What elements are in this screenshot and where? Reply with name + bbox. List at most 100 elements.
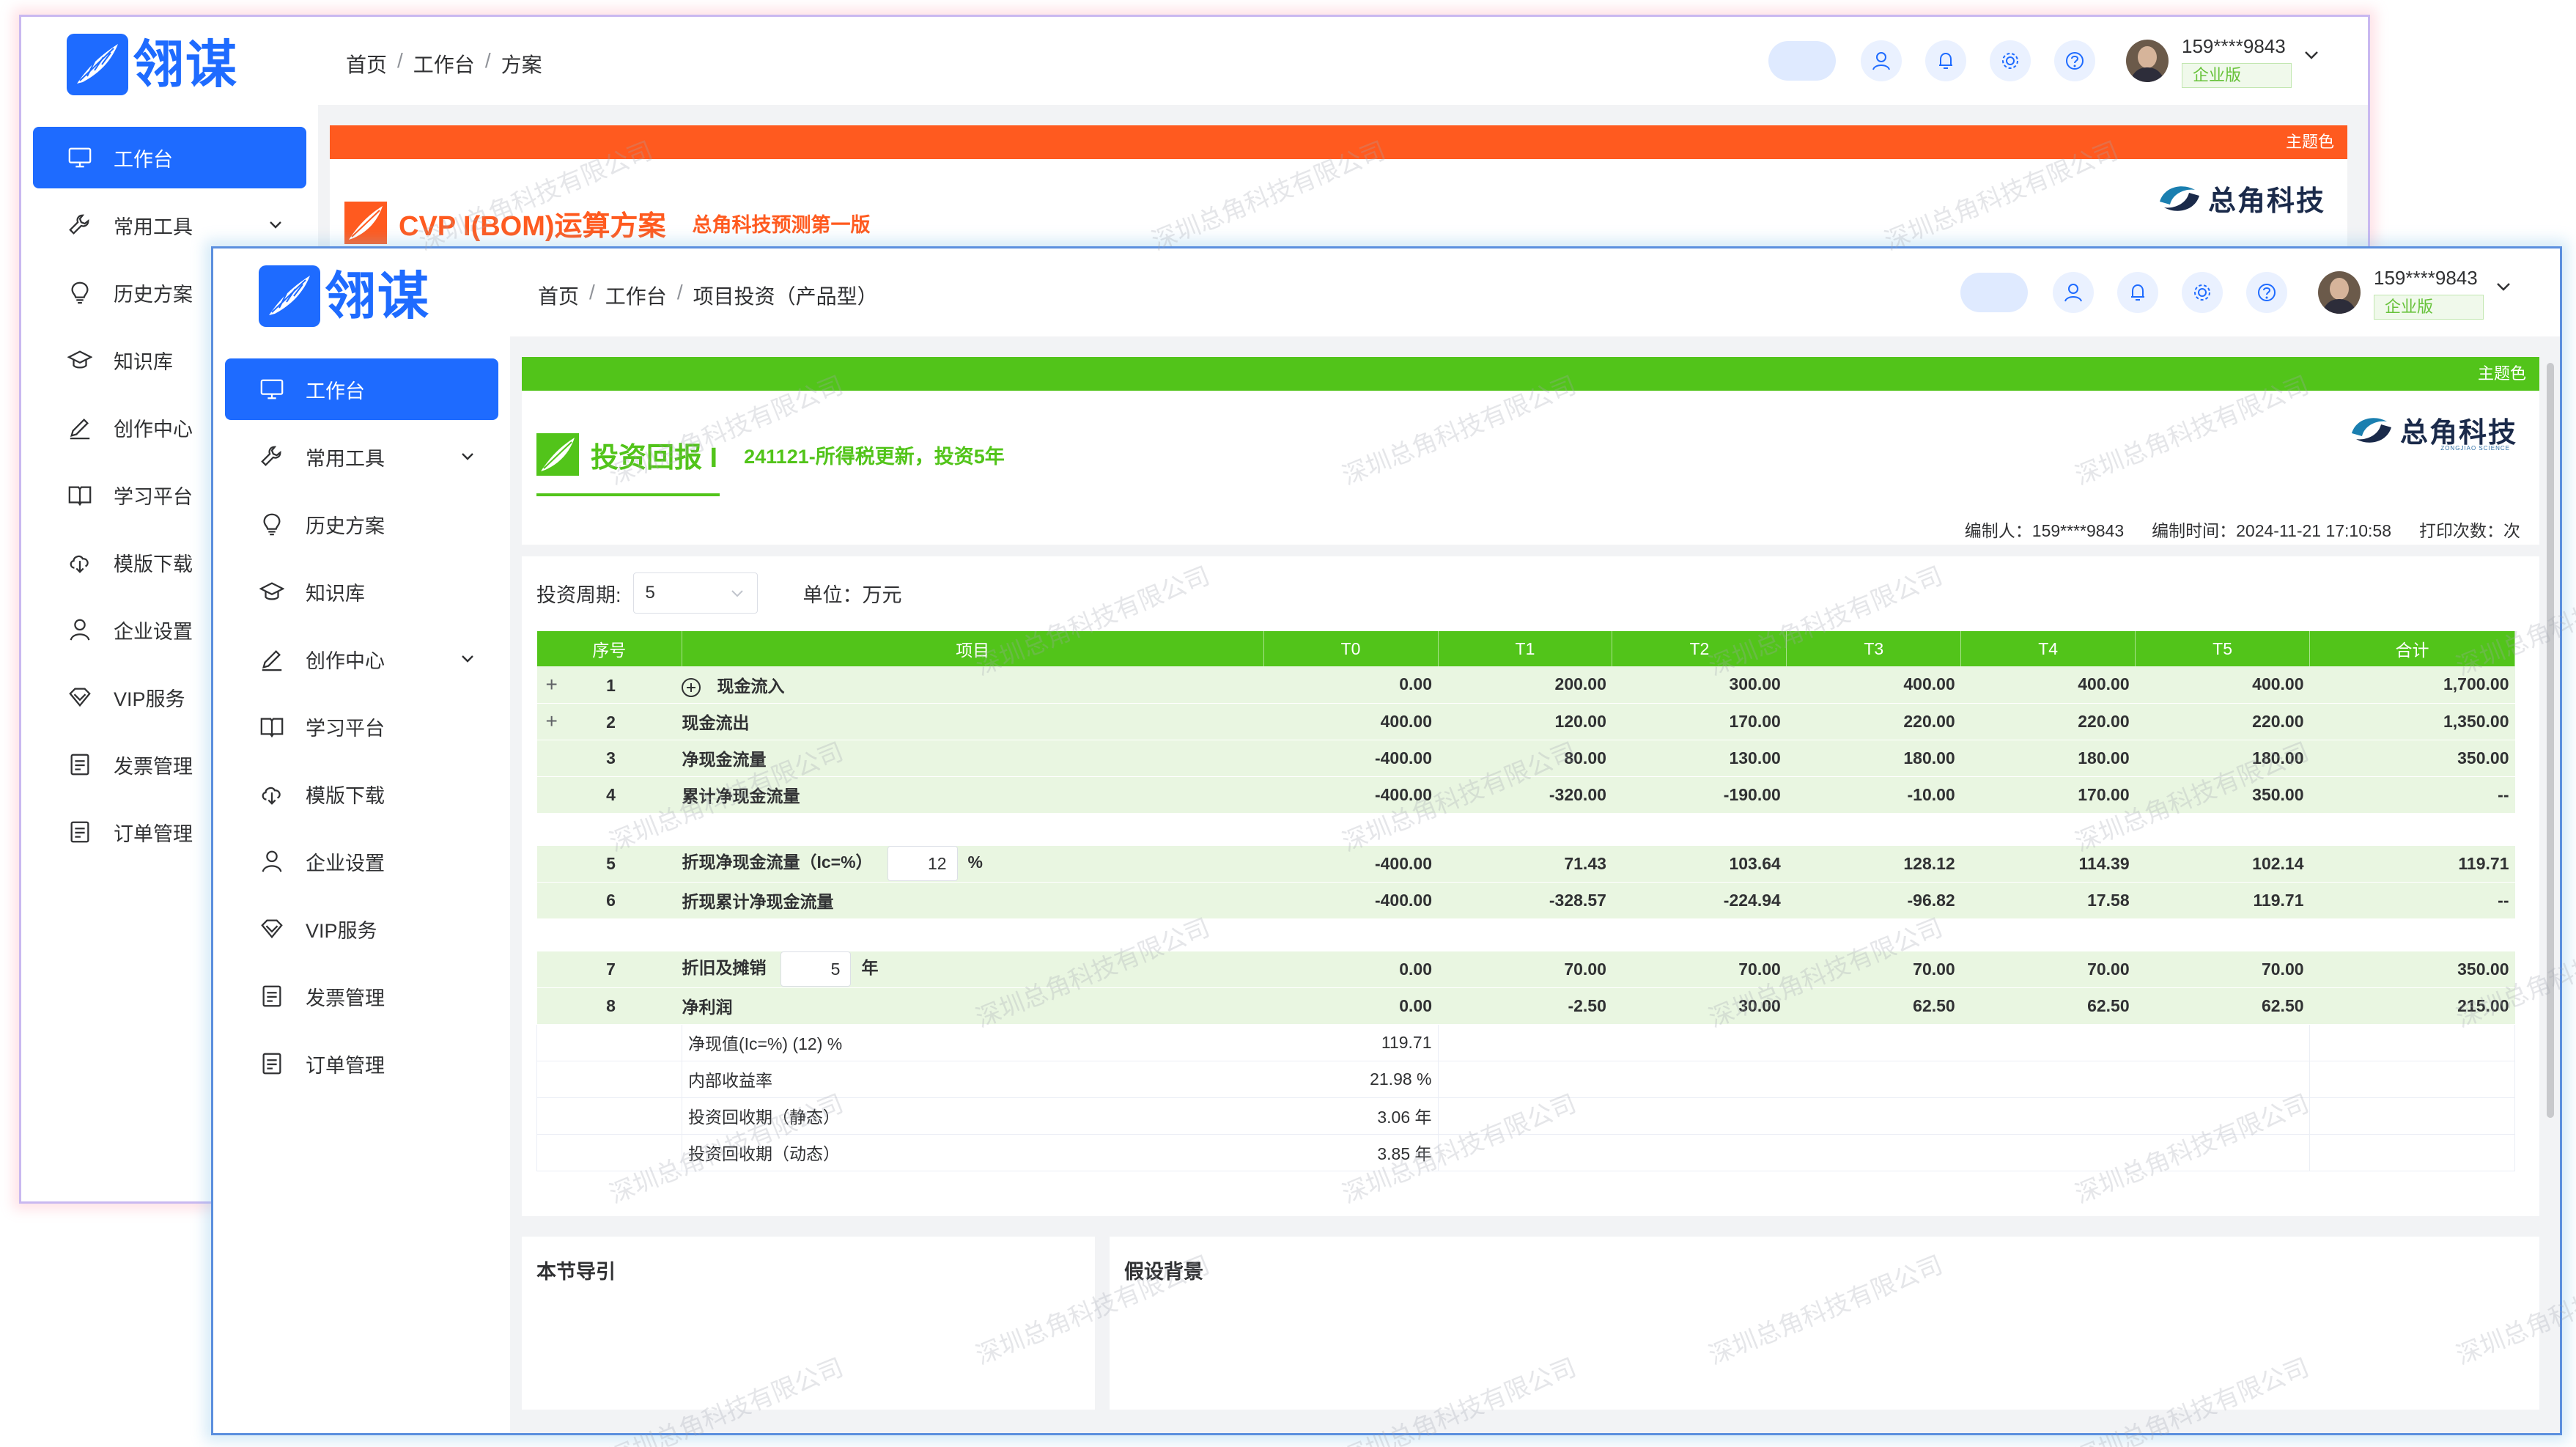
logo[interactable]: 翎谋 xyxy=(67,33,238,96)
expand-row-button[interactable]: + xyxy=(546,710,564,733)
settings-button[interactable] xyxy=(2182,272,2223,313)
sidebar-item-4[interactable]: 创作中心 xyxy=(225,628,498,690)
document-icon xyxy=(67,751,93,778)
avatar[interactable] xyxy=(2126,40,2169,82)
sidebar-item-label: 工作台 xyxy=(114,148,173,171)
table-header-row: 序号 项目 T0 T1 T2 T3 T4 T5 合计 xyxy=(536,631,2515,666)
content-area: 主题色 投资回报 I 241121-所得税更新，投资5年 总角科技 ZONGJI… xyxy=(510,336,2560,1433)
value-cell: 71.43 xyxy=(1438,845,1612,883)
summary-empty-cell xyxy=(1786,1024,1961,1061)
brand-mark-icon xyxy=(2351,417,2391,443)
summary-empty-cell xyxy=(1438,1134,1612,1171)
value-cell: -- xyxy=(2309,776,2515,814)
chevron-down-icon xyxy=(731,590,743,597)
table-row: 8 净利润 0.00 -2.50 30.00 62.50 62.50 62.50 215.00 xyxy=(536,987,2515,1025)
logo[interactable]: 翎谋 xyxy=(259,265,430,328)
unit-label: 单位：万元 xyxy=(802,583,902,606)
column-header: 项目 xyxy=(682,631,1264,666)
breadcrumb: 首页 / 工作台 / 项目投资（产品型） xyxy=(538,281,878,310)
spacer-cell xyxy=(1960,918,2136,951)
rate-input[interactable]: 12 xyxy=(887,846,958,881)
period-select[interactable]: 5 xyxy=(632,572,758,614)
theme-bar[interactable]: 主题色 xyxy=(330,125,2347,159)
sidebar-item-label: 历史方案 xyxy=(114,283,193,306)
sidebar-item-label: 企业设置 xyxy=(306,852,385,875)
rate-input[interactable]: 5 xyxy=(780,951,852,987)
expand-row-button[interactable]: + xyxy=(546,673,564,696)
spacer-cell xyxy=(1263,813,1438,846)
summary-row: 投资回收期（动态） 3.85 年 xyxy=(536,1134,2515,1171)
row-name-cell: 现金流出 xyxy=(682,703,1264,740)
notification-button[interactable] xyxy=(2117,272,2158,313)
user-name: 159****9843 xyxy=(2374,267,2478,289)
value-cell: 180.00 xyxy=(1786,740,1961,777)
search-pill[interactable] xyxy=(1960,273,2028,312)
row-index: 5 xyxy=(606,853,616,873)
sidebar-item-0[interactable]: 工作台 xyxy=(33,127,306,188)
sidebar-item-0[interactable]: 工作台 xyxy=(225,358,498,420)
wrench-icon xyxy=(67,212,93,238)
avatar[interactable] xyxy=(2318,271,2361,314)
row-index-cell: 7 xyxy=(536,951,682,988)
value-cell: 70.00 xyxy=(1438,951,1612,988)
row-name-cell: 净现金流量 xyxy=(682,740,1264,777)
row-name: 现金流入 xyxy=(717,676,785,696)
value-cell: -400.00 xyxy=(1263,740,1438,777)
value-cell: 215.00 xyxy=(2309,987,2515,1025)
column-header: T3 xyxy=(1786,631,1962,666)
help-button[interactable] xyxy=(2054,40,2095,81)
breadcrumb-workbench[interactable]: 工作台 xyxy=(605,281,667,310)
user-block[interactable]: 159****9843 企业版 xyxy=(2182,34,2292,88)
value-cell: 1,700.00 xyxy=(2309,666,2515,704)
user-circle-button[interactable] xyxy=(2053,272,2094,313)
front-window: 翎谋 工作台 常用工具 历史方案 知识库 创作中心 学习平台 模版下载 企业设置 VIP服务 发票… xyxy=(211,246,2562,1435)
row-index: 4 xyxy=(606,784,616,804)
theme-bar[interactable]: 主题色 xyxy=(522,357,2539,391)
summary-empty-cell xyxy=(2135,1134,2310,1171)
sidebar-item-8[interactable]: VIP服务 xyxy=(225,898,498,960)
column-header: T4 xyxy=(1960,631,2136,666)
spacer-cell xyxy=(2135,813,2310,846)
chevron-down-icon[interactable] xyxy=(2492,276,2514,298)
summary-empty-cell xyxy=(2135,1024,2310,1061)
logo-feather-icon xyxy=(67,34,128,95)
value-cell: 180.00 xyxy=(2135,740,2310,777)
sidebar-item-3[interactable]: 知识库 xyxy=(225,561,498,622)
settings-button[interactable] xyxy=(1990,40,2031,81)
row-index: 2 xyxy=(606,713,616,732)
sidebar-item-label: VIP服务 xyxy=(114,688,185,710)
sidebar-item-7[interactable]: 企业设置 xyxy=(225,831,498,892)
sidebar-item-1[interactable]: 常用工具 xyxy=(225,426,498,487)
title-row: 投资回报 I 241121-所得税更新，投资5年 xyxy=(536,433,1005,476)
row-index-cell: 8 xyxy=(536,987,682,1025)
search-pill[interactable] xyxy=(1768,41,1836,81)
breadcrumb-home[interactable]: 首页 xyxy=(346,49,387,78)
summary-empty-cell xyxy=(1612,1061,1787,1098)
page-title: CVP I(BOM)运算方案 xyxy=(399,210,666,242)
sidebar-item-6[interactable]: 模版下载 xyxy=(225,763,498,825)
user-block[interactable]: 159****9843 企业版 xyxy=(2374,265,2484,320)
breadcrumb-home[interactable]: 首页 xyxy=(538,281,579,310)
summary-empty-cell xyxy=(1960,1061,2136,1098)
feather-icon xyxy=(536,433,579,476)
sidebar-item-9[interactable]: 发票管理 xyxy=(225,965,498,1027)
plus-circle-icon[interactable] xyxy=(682,677,701,697)
bulb-icon xyxy=(259,511,285,537)
row-name-cell: 累计净现金流量 xyxy=(682,776,1264,814)
notification-button[interactable] xyxy=(1925,40,1966,81)
column-header: T5 xyxy=(2135,631,2311,666)
breadcrumb-workbench[interactable]: 工作台 xyxy=(413,49,475,78)
chevron-down-icon[interactable] xyxy=(2300,44,2322,66)
summary-row: 内部收益率 21.98 % xyxy=(536,1061,2515,1098)
value-cell: 220.00 xyxy=(2135,703,2310,740)
summary-empty-cell xyxy=(2309,1134,2515,1171)
sidebar-item-10[interactable]: 订单管理 xyxy=(225,1033,498,1094)
sidebar-item-5[interactable]: 学习平台 xyxy=(225,696,498,757)
chevron-down-icon xyxy=(462,453,473,460)
user-circle-button[interactable] xyxy=(1861,40,1902,81)
vertical-scrollbar[interactable] xyxy=(2547,363,2554,1118)
help-button[interactable] xyxy=(2246,272,2287,313)
row-name: 净现金流量 xyxy=(682,750,767,769)
sidebar-item-2[interactable]: 历史方案 xyxy=(225,493,498,555)
value-cell: -96.82 xyxy=(1786,882,1961,919)
